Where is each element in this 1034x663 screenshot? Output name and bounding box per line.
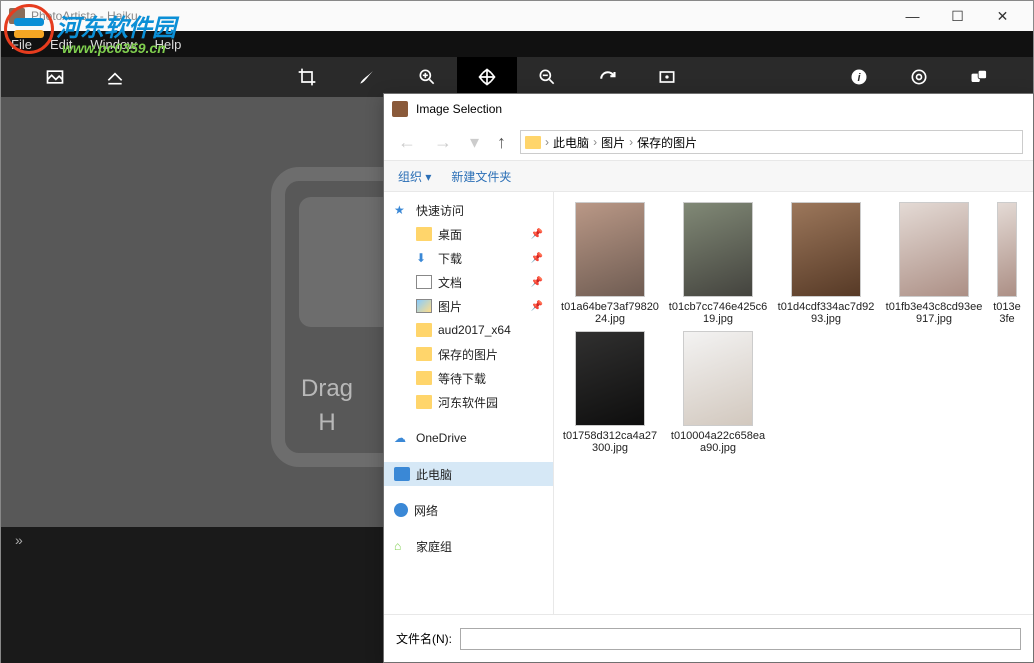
window-controls: — ☐ ✕: [890, 1, 1025, 31]
filename-label: 文件名(N):: [396, 630, 452, 647]
sidebar-item-hedong[interactable]: 河东软件园: [384, 390, 553, 414]
dice-button[interactable]: [949, 57, 1009, 97]
folder-icon: [416, 347, 432, 361]
sidebar-item-pictures[interactable]: 图片📌: [384, 294, 553, 318]
brush-button[interactable]: [337, 57, 397, 97]
pin-icon: 📌: [531, 229, 543, 240]
path-seg-2[interactable]: 图片: [601, 134, 625, 151]
sidebar-item-documents[interactable]: 文档📌: [384, 270, 553, 294]
sidebar-item-network[interactable]: 网络: [384, 498, 553, 522]
filename-input[interactable]: [460, 628, 1021, 650]
nav-forward-icon[interactable]: →: [430, 132, 456, 153]
pin-icon: 📌: [531, 253, 543, 264]
folder-icon: [416, 371, 432, 385]
dialog-icon: [392, 101, 408, 117]
app-menubar: File Edit Window Help: [1, 31, 1033, 57]
file-list: t01a64be73af7982024.jpg t01cb7cc746e425c…: [554, 192, 1033, 614]
menu-edit[interactable]: Edit: [50, 37, 72, 52]
sidebar-item-downloads[interactable]: ⬇下载📌: [384, 246, 553, 270]
dialog-footer: 文件名(N):: [384, 614, 1033, 662]
new-folder-button[interactable]: 新建文件夹: [451, 168, 511, 185]
sidebar-item-pending-download[interactable]: 等待下载: [384, 366, 553, 390]
monitor-icon: [394, 467, 410, 481]
dialog-toolbar: 组织 新建文件夹: [384, 160, 1033, 192]
folder-icon: [416, 323, 432, 337]
zoom-out-button[interactable]: [517, 57, 577, 97]
fit-screen-button[interactable]: [637, 57, 697, 97]
file-item[interactable]: t01758d312ca4a27300.jpg: [560, 331, 660, 454]
path-seg-3[interactable]: 保存的图片: [637, 134, 697, 151]
file-item[interactable]: t01fb3e43c8cd93ee917.jpg: [884, 202, 984, 325]
organize-button[interactable]: 组织: [398, 168, 431, 185]
file-item[interactable]: t01a64be73af7982024.jpg: [560, 202, 660, 325]
folder-icon: [416, 227, 432, 241]
menu-help[interactable]: Help: [155, 37, 182, 52]
settings-button[interactable]: [889, 57, 949, 97]
pin-icon: 📌: [531, 277, 543, 288]
document-icon: [416, 275, 432, 289]
menu-file[interactable]: File: [11, 37, 32, 52]
folder-icon: [416, 395, 432, 409]
minimize-button[interactable]: —: [890, 1, 935, 31]
app-titlebar: PhotoArtista - Haiku — ☐ ✕: [1, 1, 1033, 31]
dialog-sidebar: ★快速访问 桌面📌 ⬇下载📌 文档📌 图片📌 aud2017_x64 保存的图片…: [384, 192, 554, 614]
sidebar-item-desktop[interactable]: 桌面📌: [384, 222, 553, 246]
close-button[interactable]: ✕: [980, 1, 1025, 31]
crop-button[interactable]: [277, 57, 337, 97]
drop-text: DragH: [301, 372, 353, 439]
pin-icon: 📌: [531, 301, 543, 312]
download-icon: ⬇: [416, 251, 432, 265]
file-dialog: Image Selection ← → ▾ ↑ › 此电脑 › 图片 › 保存的…: [383, 93, 1034, 663]
app-toolbar: i: [1, 57, 1033, 97]
dialog-titlebar: Image Selection: [384, 94, 1033, 124]
menu-window[interactable]: Window: [90, 37, 136, 52]
star-icon: ★: [394, 203, 410, 217]
sidebar-item-saved-pictures[interactable]: 保存的图片: [384, 342, 553, 366]
app-title: PhotoArtista - Haiku: [31, 9, 890, 23]
app-icon: [9, 8, 25, 24]
nav-recent-icon[interactable]: ▾: [466, 132, 483, 153]
save-button[interactable]: [85, 57, 145, 97]
dialog-title: Image Selection: [416, 102, 502, 116]
nav-back-icon[interactable]: ←: [394, 132, 420, 153]
sidebar-item-this-pc[interactable]: 此电脑: [384, 462, 553, 486]
open-image-button[interactable]: [25, 57, 85, 97]
file-item[interactable]: t010004a22c658eaa90.jpg: [668, 331, 768, 454]
file-item[interactable]: t013e3fe: [992, 202, 1022, 325]
path-seg-1[interactable]: 此电脑: [553, 134, 589, 151]
folder-icon: [525, 136, 541, 149]
file-item[interactable]: t01d4cdf334ac7d9293.jpg: [776, 202, 876, 325]
sidebar-item-onedrive[interactable]: ☁OneDrive: [384, 426, 553, 450]
maximize-button[interactable]: ☐: [935, 1, 980, 31]
network-icon: [394, 503, 408, 517]
zoom-in-button[interactable]: [397, 57, 457, 97]
home-icon: ⌂: [394, 539, 410, 553]
redo-button[interactable]: [577, 57, 637, 97]
cloud-icon: ☁: [394, 431, 410, 445]
path-box[interactable]: › 此电脑 › 图片 › 保存的图片: [520, 130, 1023, 154]
nav-up-icon[interactable]: ↑: [493, 132, 510, 153]
dialog-navbar: ← → ▾ ↑ › 此电脑 › 图片 › 保存的图片: [384, 124, 1033, 160]
picture-icon: [416, 299, 432, 313]
file-item[interactable]: t01cb7cc746e425c619.jpg: [668, 202, 768, 325]
sidebar-item-quick-access[interactable]: ★快速访问: [384, 198, 553, 222]
sidebar-item-aud2017[interactable]: aud2017_x64: [384, 318, 553, 342]
dialog-body: ★快速访问 桌面📌 ⬇下载📌 文档📌 图片📌 aud2017_x64 保存的图片…: [384, 192, 1033, 614]
info-button[interactable]: i: [829, 57, 889, 97]
expand-chevron-icon[interactable]: »: [1, 532, 39, 548]
sidebar-item-homegroup[interactable]: ⌂家庭组: [384, 534, 553, 558]
pan-button[interactable]: [457, 57, 517, 97]
